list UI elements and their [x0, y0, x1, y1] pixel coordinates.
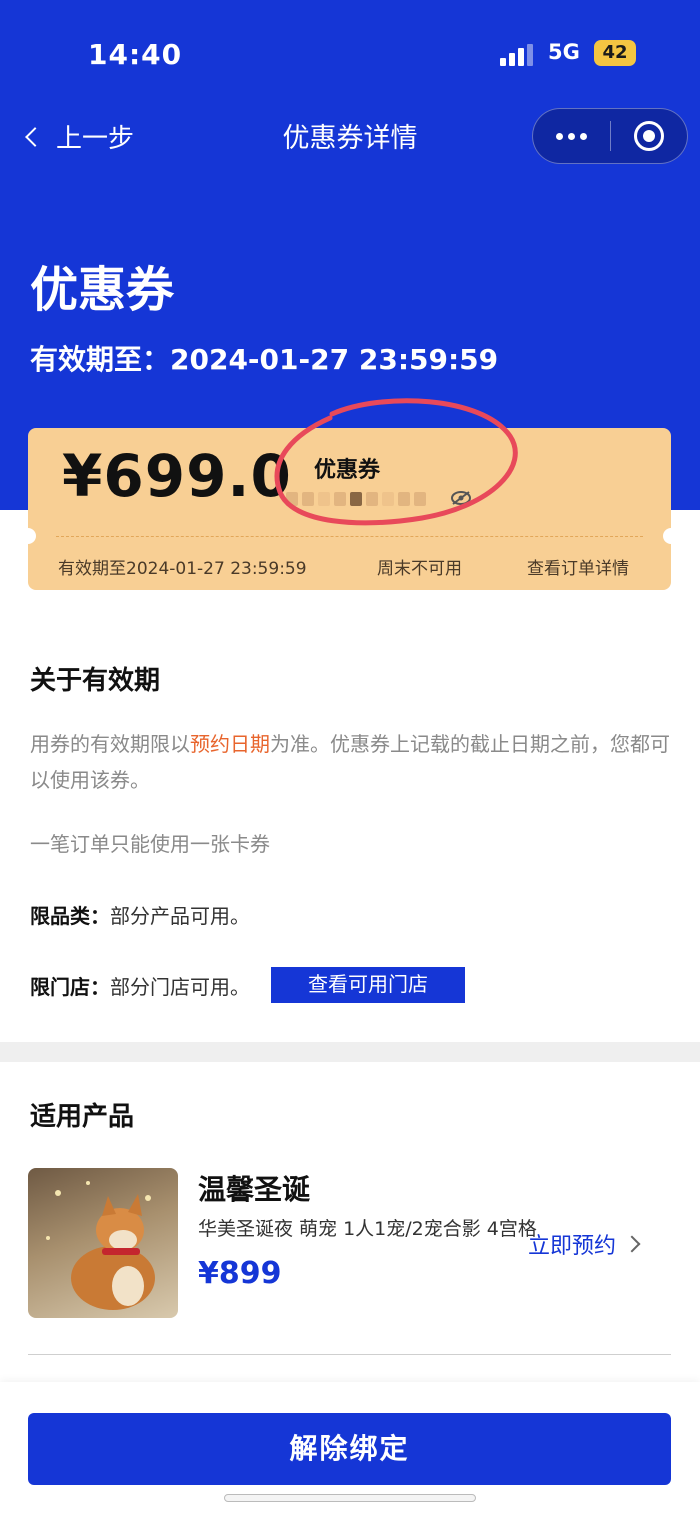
- status-time: 14:40: [88, 38, 183, 71]
- target-icon: [633, 121, 664, 151]
- signal-icon: [500, 44, 536, 66]
- store-limit: 限门店：部分门店可用。: [30, 975, 250, 999]
- coupon-restriction: 周末不可用: [377, 559, 462, 579]
- highlight-booking-date: 预约日期: [190, 732, 270, 756]
- chevron-right-icon: [623, 1235, 641, 1253]
- product-name[interactable]: 温馨圣诞: [198, 1168, 310, 1208]
- view-stores-button[interactable]: 查看可用门店: [271, 967, 465, 1003]
- coupon-divider: [56, 536, 643, 537]
- coupon-expiry: 有效期至2024-01-27 23:59:59: [58, 559, 307, 579]
- expiry-date: 有效期至：2024-01-27 23:59:59: [30, 343, 499, 376]
- coupon-amount: ¥699.0: [62, 442, 292, 510]
- book-now-link[interactable]: 立即预约: [528, 1228, 641, 1260]
- unbind-button[interactable]: 解除绑定: [28, 1413, 671, 1485]
- coupon-card: ¥699.0 优惠券 有效期至2024-01-27 23:59:59 周末不可用…: [20, 428, 679, 590]
- product-divider: [28, 1354, 671, 1355]
- products-title: 适用产品: [30, 1102, 135, 1132]
- coupon-code-blurred: [286, 492, 436, 510]
- network-label: 5G: [548, 40, 580, 64]
- coupon-notch-left: [20, 528, 36, 544]
- home-indicator[interactable]: [224, 1494, 476, 1502]
- product-image[interactable]: [28, 1168, 178, 1318]
- product-price: ¥899: [198, 1256, 282, 1291]
- product-description: 华美圣诞夜 萌宠 1人1宠/2宠合影 4宫格: [198, 1218, 537, 1240]
- coupon-notch-right: [663, 528, 679, 544]
- validity-description: 用券的有效期限以预约日期为准。优惠券上记载的截止日期之前，您都可以使用该券。: [30, 732, 670, 792]
- battery-icon: 42: [594, 40, 636, 66]
- category-limit: 限品类：部分产品可用。: [30, 904, 250, 928]
- eye-hidden-icon[interactable]: [450, 490, 472, 506]
- status-bar: 14:40 5G 42: [0, 0, 700, 100]
- validity-title: 关于有效期: [30, 666, 161, 696]
- section-separator: [0, 1042, 700, 1062]
- close-miniprogram-button[interactable]: [611, 121, 688, 151]
- page-title: 优惠券: [30, 262, 175, 318]
- coupon-name: 优惠券: [314, 458, 381, 483]
- book-now-label: 立即预约: [528, 1234, 617, 1259]
- more-icon[interactable]: [533, 132, 610, 140]
- mini-program-capsule: [532, 108, 688, 164]
- single-coupon-note: 一笔订单只能使用一张卡券: [30, 832, 270, 856]
- order-detail-link[interactable]: 查看订单详情: [527, 554, 629, 579]
